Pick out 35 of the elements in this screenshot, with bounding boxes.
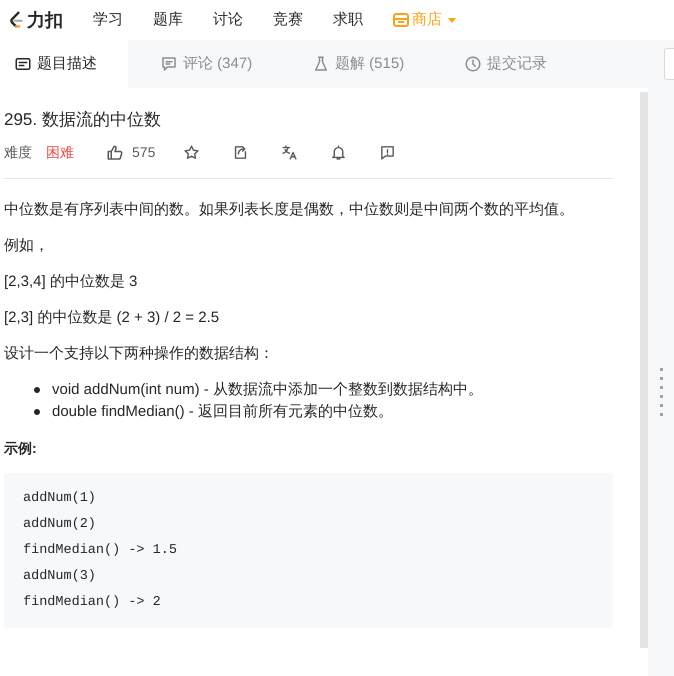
nav-link[interactable]: 求职 bbox=[333, 8, 363, 32]
list-item: double findMedian() - 返回目前所有元素的中位数。 bbox=[52, 402, 393, 422]
difficulty-label: 难度 bbox=[4, 143, 32, 162]
paragraph: [2,3] 的中位数是 (2 + 3) / 2 = 2.5 bbox=[4, 308, 220, 328]
paragraph: [2,3,4] 的中位数是 3 bbox=[4, 272, 138, 292]
document-icon bbox=[14, 55, 32, 73]
bullet-icon bbox=[34, 387, 40, 393]
nav-link[interactable]: 题库 bbox=[153, 8, 183, 32]
code-block: addNum(1) addNum(2) findMedian() -> 1.5 addNum(3) findMedian() -> 2 bbox=[4, 473, 613, 628]
bullet-icon bbox=[34, 409, 40, 415]
translate-icon bbox=[281, 144, 298, 161]
list-item: void addNum(int num) - 从数据流中添加一个整数到数据结构中。 bbox=[52, 380, 483, 400]
store-icon bbox=[393, 13, 409, 27]
comment-icon bbox=[160, 55, 178, 73]
flask-icon bbox=[312, 55, 330, 73]
bell-icon bbox=[330, 144, 348, 161]
section-heading: 示例: bbox=[4, 439, 38, 458]
like-button[interactable]: 575 bbox=[106, 142, 156, 163]
difficulty-level: 困难 bbox=[46, 143, 74, 162]
nav-link[interactable]: 学习 bbox=[93, 8, 123, 32]
tab[interactable]: 题目描述 bbox=[0, 40, 128, 88]
thumbs-up-icon bbox=[106, 144, 124, 162]
panel-button[interactable] bbox=[664, 48, 674, 80]
logo-icon[interactable] bbox=[8, 10, 24, 30]
problem-title: 295. 数据流的中位数 bbox=[4, 109, 162, 131]
star-icon bbox=[183, 144, 200, 161]
nav-link[interactable]: 讨论 bbox=[213, 8, 243, 32]
paragraph: 中位数是有序列表中间的数。如果列表长度是偶数，中位数则是中间两个数的平均值。 bbox=[4, 200, 575, 220]
clock-icon bbox=[464, 55, 482, 73]
nav-link[interactable]: 竞赛 bbox=[273, 8, 303, 32]
paragraph: 设计一个支持以下两种操作的数据结构： bbox=[4, 344, 275, 364]
scrollbar[interactable] bbox=[640, 92, 648, 648]
feedback-icon bbox=[379, 144, 396, 161]
paragraph: 例如， bbox=[4, 236, 50, 256]
logo-text[interactable]: 力扣 bbox=[27, 6, 63, 34]
